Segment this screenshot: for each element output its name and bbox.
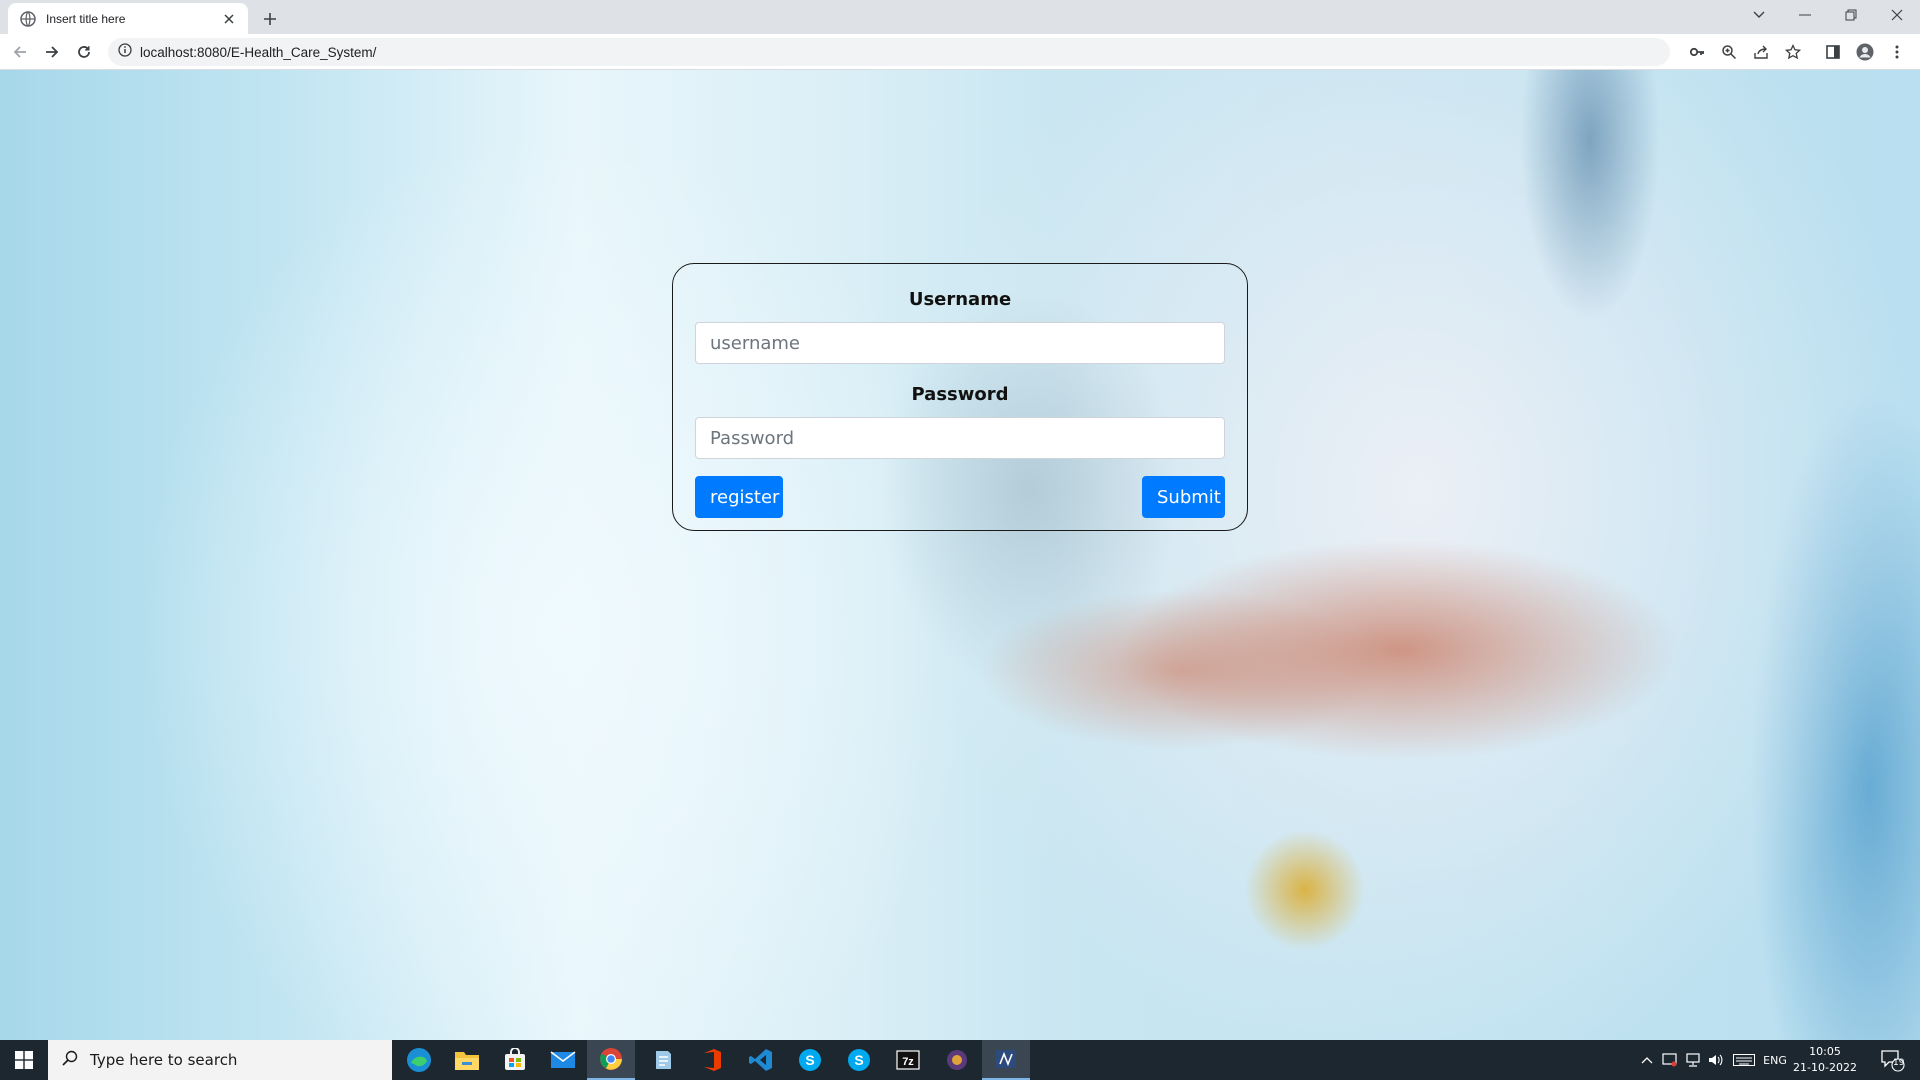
security-icon[interactable] <box>1659 1040 1681 1080</box>
reload-icon[interactable] <box>70 38 98 66</box>
key-icon[interactable] <box>1685 40 1709 64</box>
bookmark-star-icon[interactable] <box>1781 40 1805 64</box>
edge-icon[interactable] <box>395 1040 443 1080</box>
info-icon[interactable] <box>118 42 132 62</box>
volume-icon[interactable] <box>1705 1040 1727 1080</box>
vscode-icon[interactable] <box>737 1040 785 1080</box>
search-icon <box>62 1050 78 1071</box>
skype-icon[interactable]: S <box>786 1040 834 1080</box>
svg-text:S: S <box>805 1052 814 1068</box>
forward-icon[interactable] <box>38 38 66 66</box>
notification-center-icon[interactable]: 19 <box>1870 1040 1916 1080</box>
login-form: Username Password register Submit <box>672 263 1248 531</box>
office-icon[interactable] <box>688 1040 736 1080</box>
register-button[interactable]: register <box>695 476 783 518</box>
browser-tab-strip: Insert title here <box>0 0 1920 34</box>
close-tab-icon[interactable] <box>220 10 238 28</box>
taskbar-search-box[interactable]: Type here to search <box>48 1040 392 1080</box>
browser-toolbar: localhost:8080/E-Health_Care_System/ <box>0 34 1920 70</box>
notification-count: 19 <box>1893 1058 1905 1068</box>
menu-icon[interactable] <box>1885 40 1909 64</box>
skype-icon[interactable]: S <box>835 1040 883 1080</box>
clock[interactable]: 10:05 21-10-2022 <box>1790 1044 1860 1076</box>
tab-search-icon[interactable] <box>1736 0 1782 30</box>
app-icon[interactable] <box>933 1040 981 1080</box>
chrome-icon[interactable] <box>587 1040 635 1080</box>
username-label: Username <box>908 289 1012 310</box>
clock-date: 21-10-2022 <box>1793 1061 1857 1074</box>
mail-icon[interactable] <box>539 1040 587 1080</box>
language-indicator[interactable]: ENG <box>1760 1040 1790 1080</box>
profile-icon[interactable] <box>1853 40 1877 64</box>
restore-icon[interactable] <box>1828 0 1874 30</box>
submit-button[interactable]: Submit <box>1142 476 1225 518</box>
svg-text:S: S <box>854 1052 863 1068</box>
ide-icon[interactable] <box>982 1040 1030 1080</box>
chevron-up-icon[interactable] <box>1636 1040 1658 1080</box>
tab-title: Insert title here <box>46 11 126 26</box>
store-icon[interactable] <box>491 1040 539 1080</box>
username-input[interactable] <box>695 322 1225 364</box>
minimize-icon[interactable] <box>1782 0 1828 30</box>
windows-start-icon[interactable] <box>0 1040 48 1080</box>
svg-text:7z: 7z <box>902 1056 914 1068</box>
password-label: Password <box>911 384 1009 405</box>
side-panel-icon[interactable] <box>1821 40 1845 64</box>
zoom-icon[interactable] <box>1717 40 1741 64</box>
globe-icon <box>20 10 36 27</box>
keyboard-icon[interactable] <box>1730 1040 1758 1080</box>
language-text: ENG <box>1763 1053 1787 1067</box>
new-tab-icon[interactable] <box>258 7 282 31</box>
close-window-icon[interactable] <box>1874 0 1920 30</box>
browser-tab[interactable]: Insert title here <box>8 3 248 34</box>
clock-time: 10:05 <box>1809 1045 1841 1058</box>
share-icon[interactable] <box>1749 40 1773 64</box>
page-background: Username Password register Submit <box>0 70 1920 1040</box>
url-text: localhost:8080/E-Health_Care_System/ <box>140 44 377 60</box>
password-input[interactable] <box>695 417 1225 459</box>
back-icon[interactable] <box>6 38 34 66</box>
file-explorer-icon[interactable] <box>443 1040 491 1080</box>
windows-taskbar: Type here to search S S 7z ENG 10:05 21-… <box>0 1040 1920 1080</box>
7zip-icon[interactable]: 7z <box>884 1040 932 1080</box>
notepad-icon[interactable] <box>639 1040 687 1080</box>
search-placeholder: Type here to search <box>90 1051 238 1069</box>
network-icon[interactable] <box>1682 1040 1704 1080</box>
address-bar[interactable]: localhost:8080/E-Health_Care_System/ <box>108 38 1670 66</box>
